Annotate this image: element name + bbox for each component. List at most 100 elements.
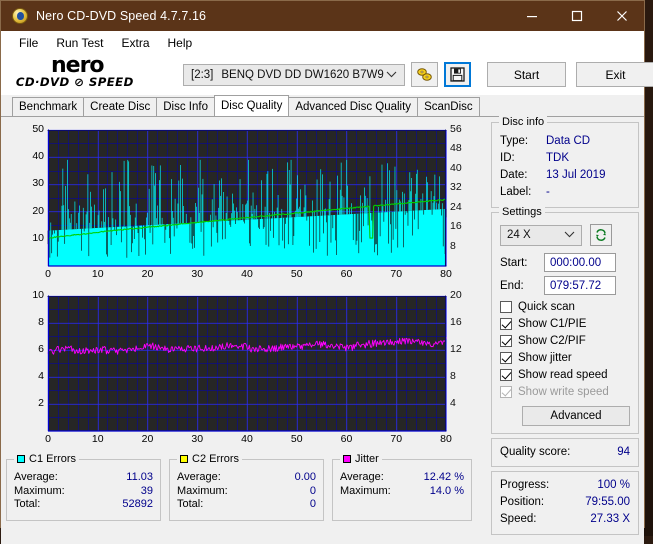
axis-tick-label: 30: [191, 433, 203, 445]
quality-score-row: Quality score: 94: [500, 444, 630, 461]
disc-info-title: Disc info: [499, 116, 547, 128]
position-value: 79:55.00: [585, 494, 630, 511]
tab-disc-info[interactable]: Disc Info: [156, 97, 215, 116]
end-input[interactable]: 079:57.72: [544, 276, 616, 295]
save-button[interactable]: [444, 62, 471, 87]
checkbox-label: Show C1/PIE: [518, 316, 586, 332]
start-button[interactable]: Start: [487, 62, 566, 87]
disc-date-value: 13 Jul 2019: [546, 167, 605, 184]
axis-tick-label: 8: [450, 240, 456, 252]
axis-tick-label: 40: [32, 150, 44, 162]
maximize-icon[interactable]: [554, 1, 599, 31]
axis-tick-label: 10: [32, 232, 44, 244]
c1-errors-title: C1 Errors: [29, 453, 76, 465]
drive-select[interactable]: [2:3] BENQ DVD DD DW1620 B7W9: [183, 64, 405, 86]
chevron-down-icon: [386, 69, 397, 81]
menu-item-file[interactable]: File: [10, 34, 47, 52]
window-title: Nero CD-DVD Speed 4.7.7.16: [36, 9, 206, 23]
axis-tick-label: 16: [450, 316, 462, 328]
eject-disc-button[interactable]: [411, 62, 438, 87]
menu-item-help[interactable]: Help: [159, 34, 202, 52]
disc-id-label: ID:: [500, 150, 546, 167]
axis-tick-label: 48: [450, 142, 462, 154]
menu-item-run-test[interactable]: Run Test: [47, 34, 112, 52]
statistics-row: C1 Errors Average: 11.03 Maximum: 39 Tot…: [6, 459, 486, 521]
jitter-maximum-label: Maximum:: [340, 485, 391, 499]
tab-advanced-disc-quality[interactable]: Advanced Disc Quality: [288, 97, 418, 116]
axis-tick-label: 70: [390, 268, 402, 280]
speed-label: Speed:: [500, 511, 536, 528]
progress-row: Progress: 100 %: [500, 477, 630, 494]
axis-tick-label: 0: [45, 268, 51, 280]
close-icon[interactable]: [599, 1, 644, 31]
quality-score-label: Quality score:: [500, 444, 570, 461]
refresh-button[interactable]: [590, 224, 612, 246]
exit-button[interactable]: Exit: [576, 62, 653, 87]
checkbox-show-c2-pif[interactable]: Show C2/PIF: [500, 333, 630, 349]
jitter-plot-canvas: [6, 288, 486, 453]
c2-average-row: Average: 0.00: [177, 471, 316, 485]
c1-total-row: Total: 52892: [14, 498, 153, 512]
end-field-row: End: 079:57.72: [500, 276, 630, 295]
position-row: Position: 79:55.00: [500, 494, 630, 511]
axis-tick-label: 50: [291, 433, 303, 445]
checkbox-label: Show jitter: [518, 350, 572, 366]
c1-errors-plot-canvas: [6, 121, 486, 287]
jitter-chart: 2468104812162001020304050607080: [6, 288, 486, 453]
axis-tick-label: 2: [38, 397, 44, 409]
checkbox-show-c1-pie[interactable]: Show C1/PIE: [500, 316, 630, 332]
disc-eject-icon: [416, 67, 433, 82]
start-input[interactable]: 000:00.00: [544, 253, 616, 272]
minimize-icon[interactable]: [509, 1, 554, 31]
disc-type-row: Type: Data CD: [500, 133, 630, 150]
c2-total-label: Total:: [177, 498, 203, 512]
axis-tick-label: 20: [142, 268, 154, 280]
tab-create-disc[interactable]: Create Disc: [83, 97, 157, 116]
axis-tick-label: 50: [291, 268, 303, 280]
axis-tick-label: 32: [450, 181, 462, 193]
checkbox-label: Quick scan: [518, 299, 575, 315]
jitter-average-row: Average: 12.42 %: [340, 471, 464, 485]
start-label: Start:: [500, 257, 544, 269]
nero-logo: nero CD·DVD ⊘ SPEED: [15, 56, 175, 94]
advanced-button[interactable]: Advanced: [522, 406, 630, 426]
c2-errors-title: C2 Errors: [192, 453, 239, 465]
checkbox-show-read-speed[interactable]: Show read speed: [500, 367, 630, 383]
c1-average-label: Average:: [14, 471, 58, 485]
axis-tick-label: 20: [142, 433, 154, 445]
menu-item-extra[interactable]: Extra: [112, 34, 158, 52]
checkbox-show-jitter[interactable]: Show jitter: [500, 350, 630, 366]
speed-row-readout: Speed: 27.33 X: [500, 511, 630, 528]
checkbox-box: [500, 318, 512, 330]
jitter-average-value: 12.42 %: [424, 471, 464, 485]
drive-index: [2:3]: [191, 69, 213, 81]
tab-scandisc[interactable]: ScanDisc: [417, 97, 480, 116]
disc-type-label: Type:: [500, 133, 546, 150]
speed-select[interactable]: 24 X: [500, 225, 582, 246]
axis-tick-label: 12: [450, 343, 462, 355]
axis-tick-label: 40: [241, 433, 253, 445]
tab-disc-quality[interactable]: Disc Quality: [214, 95, 289, 116]
axis-tick-label: 6: [38, 343, 44, 355]
disc-quality-panel: 1020304050816243240485601020304050607080…: [1, 116, 644, 544]
c2-average-label: Average:: [177, 471, 221, 485]
axis-tick-label: 30: [191, 268, 203, 280]
axis-tick-label: 10: [92, 268, 104, 280]
checkbox-box: [500, 386, 512, 398]
checkbox-quick-scan[interactable]: Quick scan: [500, 299, 630, 315]
settings-title: Settings: [499, 206, 545, 218]
charts-column: 1020304050816243240485601020304050607080…: [6, 121, 486, 539]
axis-tick-label: 24: [450, 201, 462, 213]
axis-tick-label: 20: [450, 289, 462, 301]
axis-tick-label: 50: [32, 123, 44, 135]
settings-box: Settings 24 X: [491, 212, 639, 434]
toolbar: nero CD·DVD ⊘ SPEED [2:3] BENQ DVD DD DW…: [1, 54, 644, 95]
c1-maximum-row: Maximum: 39: [14, 485, 153, 499]
axis-tick-label: 80: [440, 433, 452, 445]
c1-total-label: Total:: [14, 498, 40, 512]
c2-color-swatch: [180, 455, 188, 463]
progress-label: Progress:: [500, 477, 549, 494]
c1-average-value: 11.03: [126, 471, 153, 485]
tab-benchmark[interactable]: Benchmark: [12, 97, 84, 116]
disc-info-box: Disc info Type: Data CD ID: TDK Date: 13…: [491, 122, 639, 208]
